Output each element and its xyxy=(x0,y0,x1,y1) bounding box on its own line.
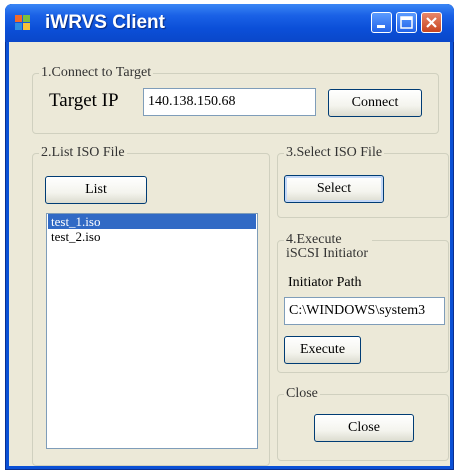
initiator-path-input[interactable]: C:\WINDOWS\system3 xyxy=(284,297,445,325)
target-ip-input[interactable]: 140.138.150.68 xyxy=(143,88,316,116)
app-icon xyxy=(15,15,31,31)
close-action-button[interactable]: Close xyxy=(314,414,414,442)
maximize-icon xyxy=(400,16,413,29)
target-ip-label: Target IP xyxy=(49,90,119,111)
connect-button[interactable]: Connect xyxy=(328,89,422,117)
list-button[interactable]: List xyxy=(45,176,147,204)
list-iso-legend: 2.List ISO File xyxy=(39,145,127,161)
close-button[interactable] xyxy=(421,12,442,33)
select-iso-legend: 3.Select ISO File xyxy=(284,145,385,161)
execute-button[interactable]: Execute xyxy=(284,336,361,364)
title-bar[interactable]: iWRVS Client xyxy=(5,4,454,42)
connect-legend: 1.Connect to Target xyxy=(39,65,154,81)
app-window: iWRVS Client 1.Connect to Target Target … xyxy=(5,4,454,470)
select-button[interactable]: Select xyxy=(284,175,384,203)
iso-file-item[interactable]: test_2.iso xyxy=(48,229,256,244)
minimize-button[interactable] xyxy=(371,12,392,33)
execute-legend: 4.Execute iSCSI Initiator xyxy=(284,233,372,261)
initiator-path-label: Initiator Path xyxy=(288,275,362,290)
minimize-icon xyxy=(377,25,385,28)
close-icon xyxy=(426,17,437,28)
iso-file-item[interactable]: test_1.iso xyxy=(48,214,256,229)
client-area: 1.Connect to Target Target IP 140.138.15… xyxy=(9,42,450,466)
close-legend: Close xyxy=(284,386,320,402)
maximize-button[interactable] xyxy=(396,12,417,33)
iso-file-list[interactable]: test_1.iso test_2.iso xyxy=(46,213,258,449)
window-title: iWRVS Client xyxy=(45,12,165,33)
